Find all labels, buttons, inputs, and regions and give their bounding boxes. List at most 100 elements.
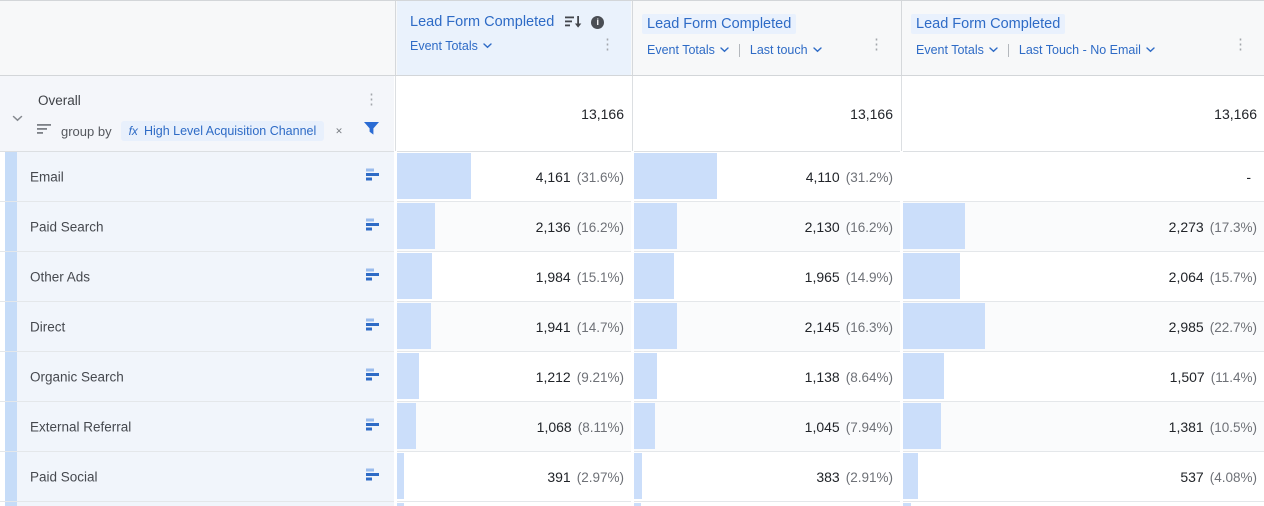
column-menu-kebab[interactable]: ⋮ xyxy=(869,37,884,52)
collapse-chevron-icon[interactable] xyxy=(12,109,23,127)
group-by-property-chip[interactable]: fx High Level Acquisition Channel xyxy=(121,121,325,141)
table-cell[interactable]: 1,138(8.64%) xyxy=(634,352,900,402)
info-icon[interactable]: i xyxy=(591,16,604,29)
mini-bar-chart-icon[interactable] xyxy=(366,218,381,236)
cell-percent: (14.7%) xyxy=(577,320,624,335)
cell-percent: (8.11%) xyxy=(578,420,624,435)
cell-value: 1,984 xyxy=(536,269,571,285)
table-cell[interactable]: 4,161(31.6%) xyxy=(397,152,631,202)
table-row: Paid Social 391(2.97%) 383 (2.91%) 537 (4.… xyxy=(0,452,1264,502)
group-by-label: group by xyxy=(61,124,112,139)
mini-bar-chart-icon[interactable] xyxy=(366,318,381,336)
table-cell[interactable]: 2,273(17.3%) xyxy=(903,202,1264,252)
table-row: External Referral 1,068(8.11%) 1,045(7.9… xyxy=(0,402,1264,452)
attribution-dropdown[interactable]: Last Touch - No Email xyxy=(1019,43,1155,57)
row-label-cell[interactable]: External Referral xyxy=(0,402,394,452)
table-cell[interactable]: 2,064(15.7%) xyxy=(903,252,1264,302)
table-cell[interactable]: 2,130(16.2%) xyxy=(634,202,900,252)
value-bar xyxy=(634,403,655,449)
row-label-cell[interactable]: Organic Search xyxy=(0,352,394,402)
cell-percent: (22.7%) xyxy=(1210,320,1257,335)
value-bar xyxy=(634,353,657,399)
value-bar xyxy=(397,203,435,249)
filter-funnel-icon[interactable] xyxy=(363,121,380,141)
cell-value: 537 xyxy=(1180,469,1203,485)
mini-bar-chart-icon[interactable] xyxy=(366,418,381,436)
row-color-strip xyxy=(5,302,17,351)
table-cell[interactable]: 1,941(14.7%) xyxy=(397,302,631,352)
column-menu-kebab[interactable]: ⋮ xyxy=(1233,37,1248,52)
value-bar xyxy=(634,453,642,499)
cell-value: 4,110 xyxy=(806,169,840,185)
row-label: Other Ads xyxy=(30,269,90,284)
overall-value: 13,166 xyxy=(1214,106,1257,122)
row-label: Direct xyxy=(30,319,65,334)
table-cell[interactable]: 2,985(22.7%) xyxy=(903,302,1264,352)
overall-menu-kebab[interactable]: ⋮ xyxy=(364,92,379,107)
formula-icon: fx xyxy=(129,124,138,138)
table-cell xyxy=(397,502,631,506)
chevron-down-icon xyxy=(813,47,822,53)
metric-title[interactable]: Lead Form Completed xyxy=(410,14,554,30)
overall-value: 13,166 xyxy=(581,106,624,122)
mini-bar-chart-icon[interactable] xyxy=(366,168,381,186)
table-cell[interactable]: 1,068(8.11%) xyxy=(397,402,631,452)
cell-percent: (2.91%) xyxy=(846,470,893,485)
cell-percent: (4.08%) xyxy=(1210,470,1257,485)
cell-value: 2,064 xyxy=(1169,269,1204,285)
event-totals-dropdown[interactable]: Event Totals xyxy=(410,39,492,53)
event-totals-dropdown[interactable]: Event Totals xyxy=(647,43,729,57)
table-cell[interactable]: 1,381(10.5%) xyxy=(903,402,1264,452)
cell-percent: (2.97%) xyxy=(577,470,624,485)
table-cell[interactable]: 391(2.97%) xyxy=(397,452,631,502)
metric-column-header-2: Lead Form Completed Event Totals Last to… xyxy=(634,1,900,75)
overall-value: 13,166 xyxy=(850,106,893,122)
row-color-strip xyxy=(5,352,17,401)
table-cell xyxy=(634,502,900,506)
table-cell[interactable]: 537 (4.08%) xyxy=(903,452,1264,502)
row-label-cell[interactable]: Direct xyxy=(0,302,394,352)
row-label-cell xyxy=(0,502,394,506)
cell-value: 1,965 xyxy=(805,269,840,285)
value-bar xyxy=(903,303,985,349)
metric-title[interactable]: Lead Form Completed xyxy=(911,14,1065,34)
value-bar xyxy=(903,253,960,299)
overall-label-cell: Overall ⋮ group by fx High Level Acquisi… xyxy=(0,76,394,152)
event-totals-dropdown[interactable]: Event Totals xyxy=(916,43,998,57)
row-label-cell[interactable]: Paid Social xyxy=(0,452,394,502)
metrics-breakdown-table: Lead Form Completed i Event Totals xyxy=(0,0,1264,506)
table-cell[interactable]: 1,507(11.4%) xyxy=(903,352,1264,402)
cell-value: 2,145 xyxy=(805,319,840,335)
chevron-down-icon xyxy=(483,43,492,49)
row-label-cell[interactable]: Other Ads xyxy=(0,252,394,302)
table-cell[interactable]: 1,045(7.94%) xyxy=(634,402,900,452)
sort-descending-icon[interactable] xyxy=(565,15,582,29)
table-cell[interactable]: - xyxy=(903,152,1264,202)
cell-percent: (14.9%) xyxy=(846,270,893,285)
table-cell xyxy=(903,502,1264,506)
mini-bar-chart-icon[interactable] xyxy=(366,368,381,386)
row-color-strip xyxy=(5,152,17,201)
metric-title[interactable]: Lead Form Completed xyxy=(642,14,796,34)
corner-header-cell xyxy=(0,1,394,75)
column-menu-kebab[interactable]: ⋮ xyxy=(600,37,615,52)
table-cell[interactable]: 383 (2.91%) xyxy=(634,452,900,502)
table-cell[interactable]: 1,212(9.21%) xyxy=(397,352,631,402)
table-cell[interactable]: 4,110(31.2%) xyxy=(634,152,900,202)
mini-bar-chart-icon[interactable] xyxy=(366,468,381,486)
row-label: Paid Social xyxy=(30,469,98,484)
table-cell[interactable]: 1,965 (14.9%) xyxy=(634,252,900,302)
row-label-cell[interactable]: Paid Search xyxy=(0,202,394,252)
row-color-strip xyxy=(5,252,17,301)
cell-value: 383 xyxy=(816,469,839,485)
table-cell[interactable]: 2,136(16.2%) xyxy=(397,202,631,252)
dropdown-separator xyxy=(739,44,740,57)
mini-bar-chart-icon[interactable] xyxy=(366,268,381,286)
table-cell[interactable]: 1,984(15.1%) xyxy=(397,252,631,302)
remove-group-by-icon[interactable]: ✕ xyxy=(335,126,343,137)
row-label-cell[interactable]: Email xyxy=(0,152,394,202)
overall-label: Overall xyxy=(38,93,81,108)
attribution-dropdown[interactable]: Last touch xyxy=(750,43,822,57)
table-cell[interactable]: 2,145(16.3%) xyxy=(634,302,900,352)
table-body: Email 4,161(31.6%) 4,110(31.2%) - xyxy=(0,152,1264,502)
